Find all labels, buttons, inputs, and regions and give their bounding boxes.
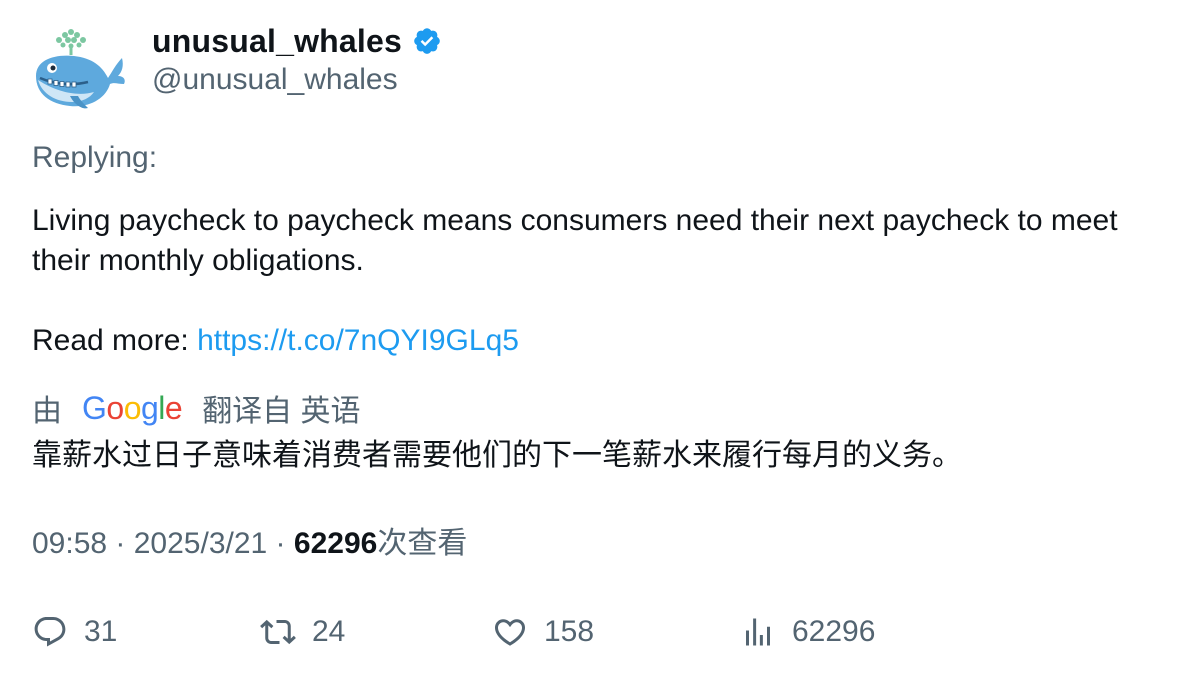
google-logo[interactable]: Google [82,390,183,427]
reply-count: 31 [84,615,118,648]
tweet-text: Living paycheck to paycheck means consum… [32,204,1118,277]
views-label: 次查看 [377,527,468,560]
author-info: unusual_whales @unusual_whales [152,22,442,97]
display-name-row: unusual_whales [152,22,442,60]
like-button[interactable]: 158 [492,610,594,654]
tweet-time[interactable]: 09:58 [32,527,107,560]
views-count-bold: 62296 [293,527,378,560]
views-icon [746,618,770,646]
replying-label: Replying: [32,141,158,174]
translation-attribution: 由 Google 翻译自 英语 [32,386,361,430]
views-count: 62296 [792,615,876,648]
reply-icon [34,617,66,647]
handle[interactable]: @unusual_whales [152,63,442,97]
reply-button[interactable]: 31 [32,610,117,654]
avatar[interactable] [30,24,128,114]
like-count: 158 [544,615,595,648]
translation-suffix: 翻译自 英语 [202,395,361,428]
read-more-label: Read more: [32,324,198,357]
tweet-card: unusual_whales @unusual_whales Replying:… [0,0,1196,678]
tweet-date[interactable]: 2025/3/21 [134,527,267,560]
tweet-link[interactable]: https://t.co/7nQYI9GLq5 [197,324,519,357]
whale-logo-icon [36,29,125,109]
translation-prefix: 由 [32,395,62,428]
read-more-line: Read more: https://t.co/7nQYI9GLq5 [32,321,519,361]
retweet-count: 24 [312,615,346,648]
display-name[interactable]: unusual_whales [152,23,402,60]
verified-badge-icon [414,28,440,54]
meta-separator: · [107,527,134,560]
like-icon [494,619,526,646]
translated-text: 靠薪水过日子意味着消费者需要他们的下一笔薪水来履行每月的义务。 [32,438,962,473]
views-button[interactable]: 62296 [740,610,875,654]
retweet-icon [260,619,296,645]
tweet-meta: 09:58 · 2025/3/21 · 62296次查看 [32,524,467,564]
meta-separator: · [267,527,294,560]
retweet-button[interactable]: 24 [260,610,345,654]
